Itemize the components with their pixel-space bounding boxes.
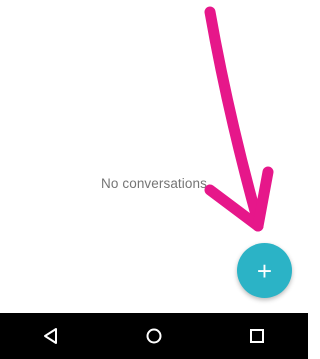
home-icon [146,328,162,344]
empty-state-text: No conversations [101,176,207,191]
system-navigation-bar [0,313,308,359]
recents-icon [249,329,264,343]
nav-recents-button[interactable] [237,316,277,356]
nav-home-button[interactable] [134,316,174,356]
new-conversation-button[interactable]: + [237,243,292,298]
back-icon [44,328,58,344]
app-screen: No conversations + [0,0,308,359]
plus-icon: + [256,255,273,286]
nav-back-button[interactable] [31,316,71,356]
